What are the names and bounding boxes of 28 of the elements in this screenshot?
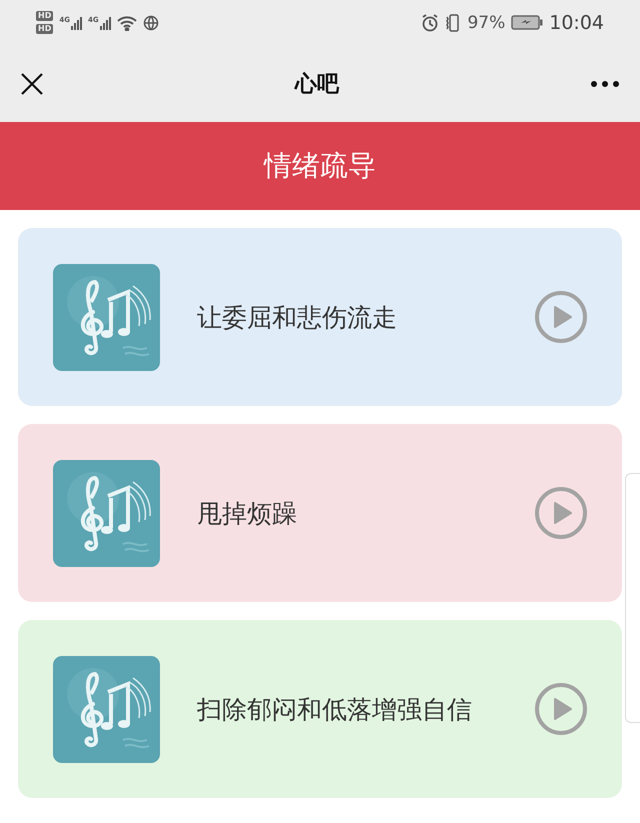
battery-percent: 97% [467,12,506,32]
track-card[interactable]: 甩掉烦躁 [18,424,622,602]
music-notes-icon [53,264,160,370]
close-icon[interactable] [20,72,44,96]
more-icon[interactable] [590,80,620,88]
track-title: 甩掉烦躁 [197,498,298,530]
sim-label: HD [36,24,54,34]
track-title: 让委屈和悲伤流走 [197,302,398,334]
battery-icon [511,15,544,30]
globe-icon [142,14,159,30]
track-title: 扫除郁闷和低落增强自信 [197,694,473,726]
clock-time: 10:04 [549,12,604,34]
alarm-icon [421,14,440,32]
wifi-icon [116,14,137,30]
sim-label: HD [36,11,54,21]
track-card[interactable]: 扫除郁闷和低落增强自信 [18,620,622,798]
music-notes-icon [53,656,160,762]
play-icon[interactable] [534,290,588,344]
signal-icon [100,16,111,30]
banner-title: 情绪疏导 [264,148,376,184]
page-title: 心吧 [295,70,339,98]
play-icon[interactable] [534,682,588,736]
track-card[interactable]: 让委屈和悲伤流走 [18,228,622,406]
vibrate-icon [445,14,462,32]
music-notes-icon [53,460,160,566]
play-icon[interactable] [534,486,588,540]
signal-icon [70,16,82,30]
scrollbar[interactable] [625,473,640,723]
